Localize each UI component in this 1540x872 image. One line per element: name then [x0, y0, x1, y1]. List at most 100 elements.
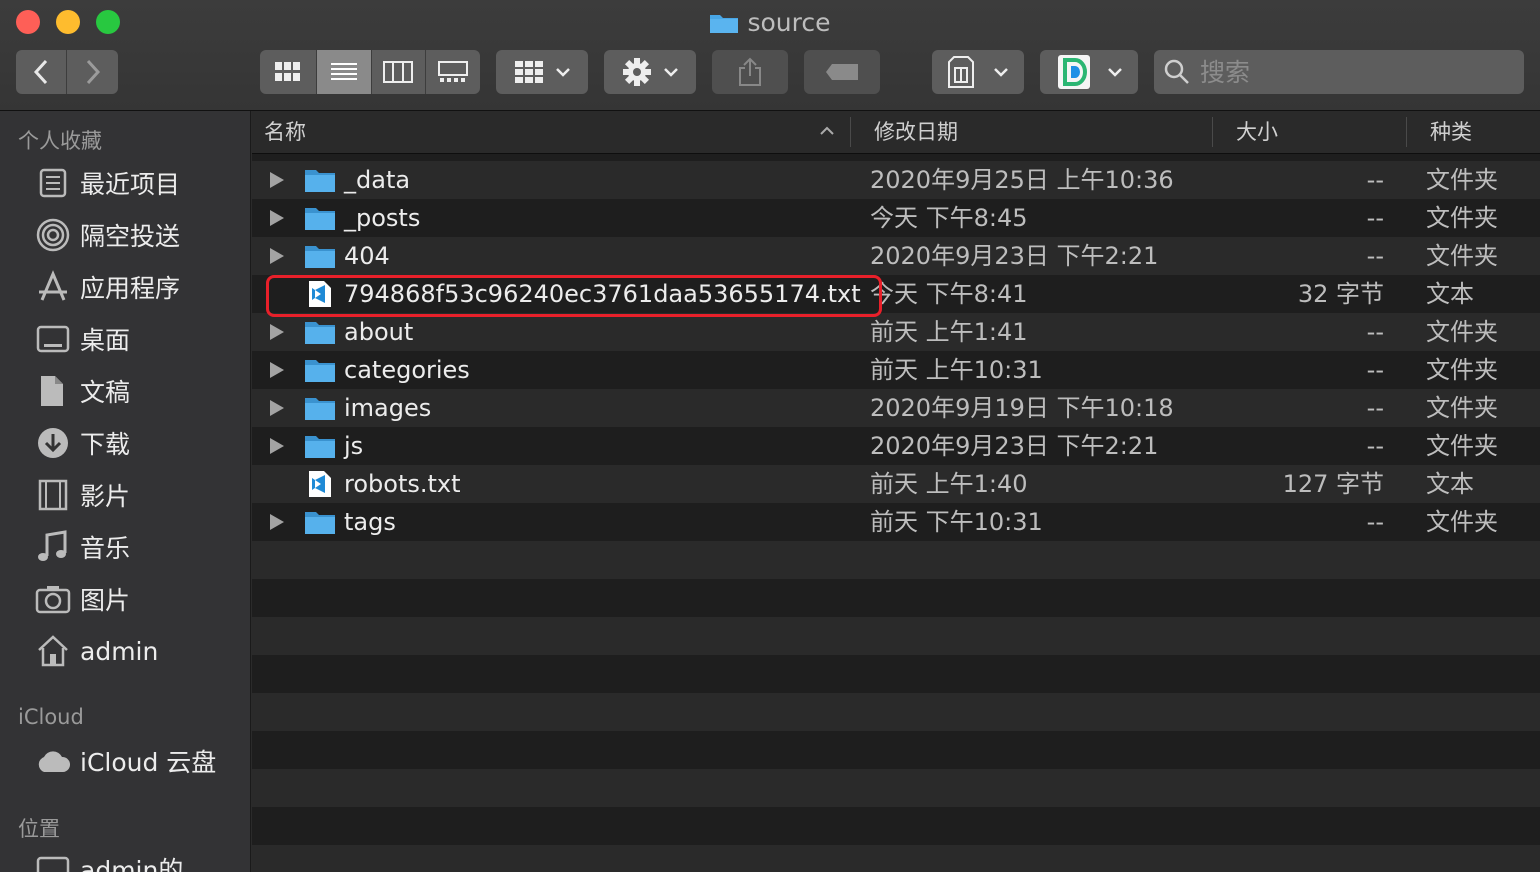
sidebar-item-applications[interactable]: 应用程序: [34, 267, 180, 307]
column-date[interactable]: 修改日期: [874, 111, 958, 153]
sidebar-item-downloads[interactable]: 下载: [34, 423, 130, 463]
file-list: 名称 修改日期 大小 种类 _data 2020年9月25日 上午10:36 -…: [252, 111, 1540, 872]
list-icon: [330, 63, 357, 80]
sidebar-item-recents[interactable]: 最近项目: [34, 163, 180, 203]
file-size: --: [1366, 166, 1384, 194]
sidebar-item-music[interactable]: 音乐: [34, 527, 130, 567]
window-title: source: [0, 6, 1540, 40]
folder-icon: [305, 170, 335, 192]
file-kind: 文件夹: [1426, 432, 1498, 460]
gallery-view-button[interactable]: [426, 50, 480, 94]
favorites-header: 个人收藏: [18, 129, 102, 153]
disclosure-triangle-icon[interactable]: [270, 514, 284, 530]
sidebar-item-label: 音乐: [80, 534, 131, 563]
disclosure-triangle-icon[interactable]: [270, 362, 284, 378]
file-date: 前天 上午10:31: [870, 356, 1043, 384]
chevron-down-icon: [556, 68, 570, 77]
grid-icon: [515, 61, 543, 83]
column-kind[interactable]: 种类: [1430, 111, 1472, 153]
chevron-down-icon: [664, 68, 678, 77]
sidebar: 个人收藏 最近项目 隔空投送 应用程序 桌面 文稿 下载 影片 音乐 图片 ad…: [0, 111, 251, 872]
folder-icon: [305, 246, 335, 268]
share-button[interactable]: [712, 50, 788, 94]
sidebar-item-label: admin的: [80, 856, 184, 872]
finder-window: source 搜索 个人收藏 最近项目 隔空投送 应用程序 桌面 文稿 下载 影…: [0, 0, 1540, 872]
column-view-button[interactable]: [372, 50, 427, 94]
disclosure-triangle-icon[interactable]: [270, 324, 284, 340]
recents-icon: [34, 166, 72, 200]
column-name[interactable]: 名称: [264, 111, 306, 153]
sidebar-item-label: iCloud 云盘: [80, 748, 217, 777]
file-size: 127 字节: [1282, 470, 1384, 498]
file-date: 今天 下午8:45: [870, 204, 1028, 232]
disclosure-triangle-icon[interactable]: [270, 210, 284, 226]
column-divider[interactable]: [1406, 117, 1407, 147]
home-icon: [34, 634, 72, 668]
file-name: js: [344, 432, 364, 460]
file-size: --: [1366, 432, 1384, 460]
file-date: 前天 上午1:41: [870, 318, 1028, 346]
chevron-up-icon[interactable]: [820, 126, 834, 136]
sidebar-item-label: 影片: [80, 482, 131, 511]
sidebar-item-pictures[interactable]: 图片: [34, 579, 130, 619]
file-date: 前天 上午1:40: [870, 470, 1028, 498]
group-by-button[interactable]: [496, 50, 588, 94]
open-with-menu-button[interactable]: [1040, 50, 1138, 94]
tags-button[interactable]: [804, 50, 880, 94]
text-file-icon: [309, 471, 331, 497]
file-row[interactable]: 794868f53c96240ec3761daa53655174.txt 今天 …: [252, 275, 1540, 313]
icon-view-button[interactable]: [260, 50, 317, 94]
column-size[interactable]: 大小: [1236, 111, 1278, 153]
file-row[interactable]: _posts 今天 下午8:45 -- 文件夹: [252, 199, 1540, 237]
file-row[interactable]: images 2020年9月19日 下午10:18 -- 文件夹: [252, 389, 1540, 427]
forward-button[interactable]: [67, 50, 118, 94]
file-row[interactable]: _data 2020年9月25日 上午10:36 -- 文件夹: [252, 161, 1540, 199]
applications-icon: [34, 270, 72, 304]
search-field[interactable]: [1154, 50, 1524, 94]
sidebar-item-desktop[interactable]: 桌面: [34, 319, 130, 359]
file-name: _data: [344, 166, 411, 194]
empty-row: [252, 731, 1540, 769]
folder-icon: [305, 360, 335, 382]
file-row[interactable]: about 前天 上午1:41 -- 文件夹: [252, 313, 1540, 351]
toolbar: source: [0, 0, 1540, 111]
column-divider[interactable]: [850, 117, 851, 147]
file-row[interactable]: robots.txt 前天 上午1:40 127 字节 文本: [252, 465, 1540, 503]
file-row[interactable]: js 2020年9月23日 下午2:21 -- 文件夹: [252, 427, 1540, 465]
file-date: 今天 下午8:41: [870, 280, 1028, 308]
chevron-right-icon: [86, 59, 100, 85]
action-button[interactable]: [604, 50, 696, 94]
file-size: 32 字节: [1297, 280, 1384, 308]
disclosure-triangle-icon[interactable]: [270, 400, 284, 416]
back-button[interactable]: [16, 50, 67, 94]
file-kind: 文件夹: [1426, 242, 1498, 270]
file-row[interactable]: tags 前天 下午10:31 -- 文件夹: [252, 503, 1540, 541]
text-file-icon: [309, 281, 331, 307]
sidebar-item-computer[interactable]: admin的: [34, 849, 183, 872]
empty-row: [252, 617, 1540, 655]
sim-card-icon: [948, 56, 974, 88]
file-size: --: [1366, 394, 1384, 422]
sidebar-item-movies[interactable]: 影片: [34, 475, 130, 515]
file-rows: _data 2020年9月25日 上午10:36 -- 文件夹 _posts 今…: [252, 161, 1540, 872]
disclosure-triangle-icon[interactable]: [270, 248, 284, 264]
search-input[interactable]: [1198, 56, 1502, 88]
device-menu-button[interactable]: [932, 50, 1024, 94]
column-divider[interactable]: [1212, 117, 1213, 147]
grid-icon: [274, 62, 300, 81]
sidebar-item-home[interactable]: admin: [34, 631, 158, 671]
sidebar-item-documents[interactable]: 文稿: [34, 371, 130, 411]
file-row[interactable]: 404 2020年9月23日 下午2:21 -- 文件夹: [252, 237, 1540, 275]
sidebar-item-airdrop[interactable]: 隔空投送: [34, 215, 180, 255]
list-view-button[interactable]: [316, 50, 372, 94]
gear-icon: [623, 58, 651, 86]
sidebar-item-icloud-drive[interactable]: iCloud 云盘: [34, 741, 216, 781]
file-size: --: [1366, 204, 1384, 232]
folder-icon: [305, 512, 335, 534]
disclosure-triangle-icon[interactable]: [270, 438, 284, 454]
share-icon: [739, 57, 761, 86]
empty-row: [252, 579, 1540, 617]
desktop-icon: [34, 322, 72, 356]
file-row[interactable]: categories 前天 上午10:31 -- 文件夹: [252, 351, 1540, 389]
disclosure-triangle-icon[interactable]: [270, 172, 284, 188]
